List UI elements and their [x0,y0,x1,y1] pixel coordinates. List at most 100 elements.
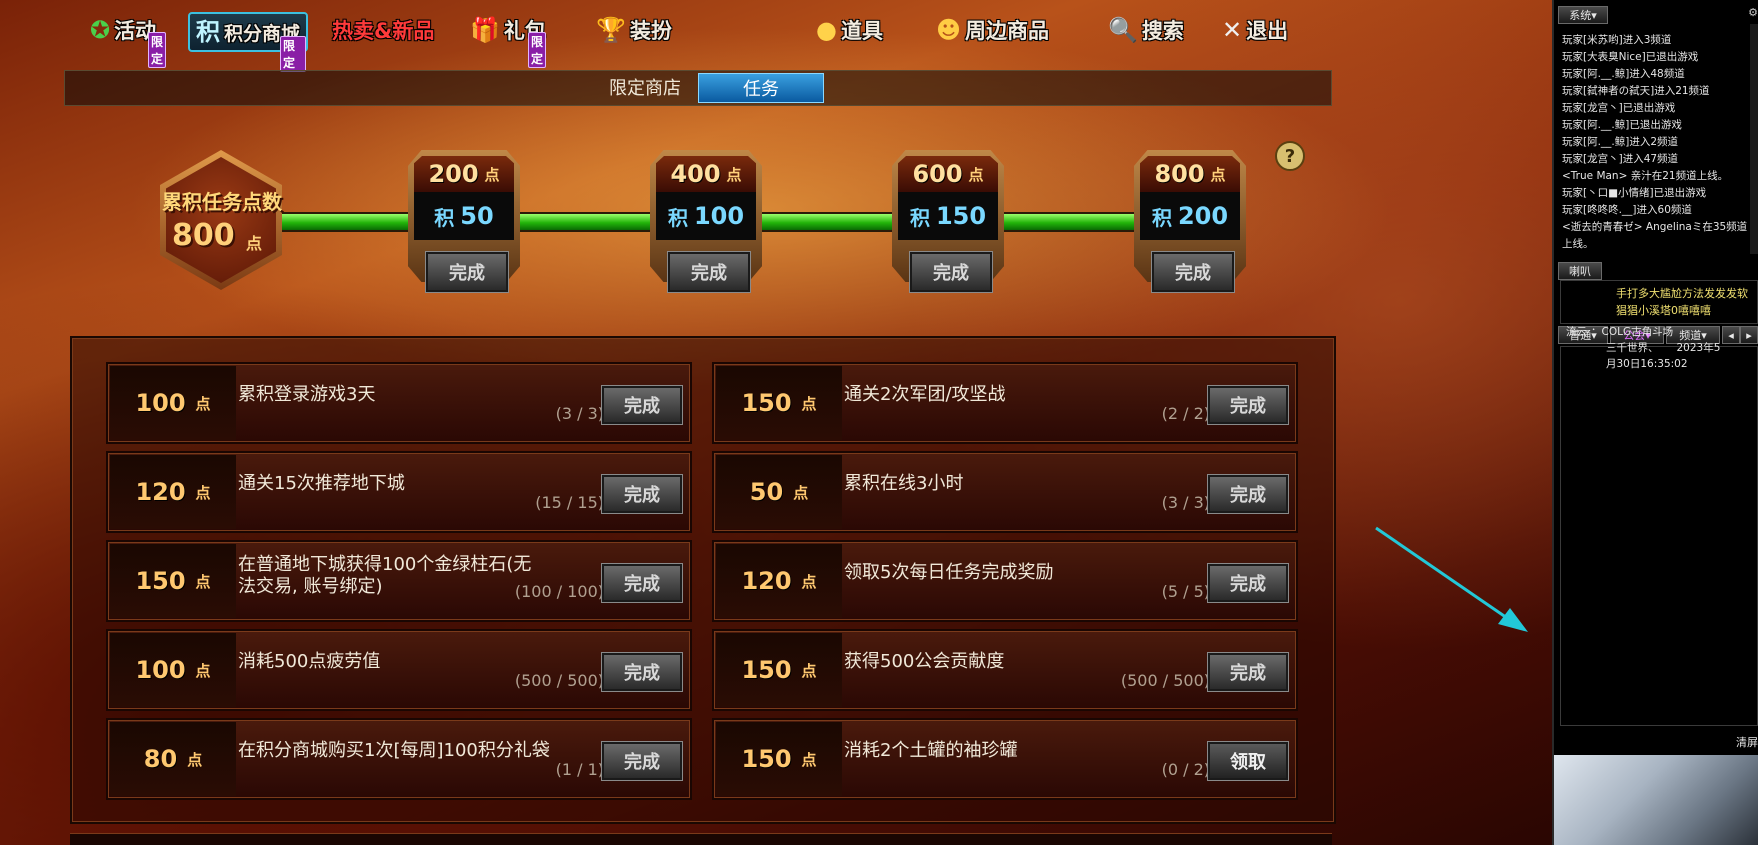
system-log: 玩家[米苏哟]进入3频道 玩家[大表臭Nice]已退出游戏 玩家[阿.__.鲸]… [1562,32,1752,254]
milestone-reward-prefix: 积 [434,205,455,230]
task-points-unit: 点 [195,661,211,680]
task-progress: (1 / 1) [555,760,604,779]
nav-activity[interactable]: ✪ 活动 限定 [90,8,167,68]
nav-merch-label: 周边商品 [965,19,1050,43]
milestone-points-box: 400 点 [656,156,756,192]
milestone-points: 800 [1154,160,1205,188]
milestone-complete-button[interactable]: 完成 [1151,251,1235,293]
task-card: 80 点 在积分商城购买1次[每周]100积分礼袋 (1 / 1) 完成 [106,718,692,800]
chat-text-line3: 月30日16:35:02 [1606,358,1688,370]
task-complete-button[interactable]: 完成 [1207,385,1289,425]
milestone-reward: 200 [1177,202,1229,230]
task-description: 在普通地下城获得100个金绿柱石(无法交易, 账号绑定) [238,554,532,597]
task-list-panel: 100 点 累积登录游戏3天 (3 / 3) 完成 150 点 通关2次军团/攻坚战… [70,336,1336,824]
total-points-label: 累积任务点数 [162,190,282,214]
chat-message: 流云 ：COLG古角斗场 三千世界、 2023年5 月30日16:35:02 [1566,324,1742,372]
milestone-points: 200 [428,160,479,188]
chat-text-line2b: 2023年5 [1676,342,1721,354]
milestone-points-unit: 点 [726,165,742,184]
tab-tasks[interactable]: 任务 [698,73,824,103]
milestone-reward-prefix: 积 [667,205,688,230]
task-points: 150 [135,567,186,595]
tab-limited-shop[interactable]: 限定商店 [585,73,705,101]
chevron-down-icon: ▾ [1591,8,1597,22]
coin-icon: ● [816,16,837,44]
chevron-right-icon[interactable]: ▸ [1740,326,1758,344]
nav-merch[interactable]: ☻ 周边商品 [936,8,1049,52]
task-points: 150 [741,389,792,417]
nav-items-label: 道具 [840,19,883,43]
task-points: 100 [135,389,186,417]
task-description: 通关15次推荐地下城 [238,473,405,494]
game-window: ✪ 活动 限定 积 积分商城 限定 热卖&新品 🎁 礼包 限定 🏆 装扮 ● 道… [0,0,1552,845]
task-points-unit: 点 [187,750,203,769]
task-claim-button[interactable]: 领取 [1207,741,1289,781]
task-points-box: 150 点 [110,544,236,618]
horn-message-box: 手打多大尴尬方法发发发软猖猖小溪塔0嘻嘻嘻 [1560,280,1758,324]
milestone-complete-button[interactable]: 完成 [909,251,993,293]
task-complete-button[interactable]: 完成 [601,474,683,514]
task-progress: (2 / 2) [1161,404,1210,423]
scrollbar[interactable] [1750,24,1758,254]
task-card: 50 点 累积在线3小时 (3 / 3) 完成 [712,451,1298,533]
help-icon[interactable]: ? [1275,141,1305,171]
milestone-points-unit: 点 [1210,165,1226,184]
milestone-200: 200 点 积 50 完成 [408,150,520,293]
milestone-complete-button[interactable]: 完成 [425,251,509,293]
task-complete-button[interactable]: 完成 [601,563,683,603]
task-complete-button[interactable]: 完成 [1207,563,1289,603]
tab-horn[interactable]: 喇叭 [1558,262,1602,280]
chat-text-line2: 三千世界、 [1606,342,1659,354]
log-line: 玩家[丶口■小情绪]已退出游戏 [1562,187,1707,199]
task-description: 通关2次军团/攻坚战 [844,384,1006,405]
task-progress: (0 / 2) [1161,760,1210,779]
task-description: 消耗500点疲劳值 [238,651,381,672]
nav-gift[interactable]: 🎁 礼包 限定 [470,8,547,68]
milestone-800: 800 点 积 200 完成 [1134,150,1246,293]
task-card: 150 点 通关2次军团/攻坚战 (2 / 2) 完成 [712,362,1298,444]
gift-icon: 🎁 [470,16,500,44]
task-complete-button[interactable]: 完成 [601,652,683,692]
chat-message-area [1560,346,1758,726]
clear-screen-button[interactable]: 清屏 [1736,734,1758,750]
task-points-unit: 点 [801,661,817,680]
log-line: 玩家[咚咚咚.__]进入60频道 [1562,204,1692,216]
nav-exit-label: 退出 [1246,19,1289,43]
top-menu: ✪ 活动 限定 积 积分商城 限定 热卖&新品 🎁 礼包 限定 🏆 装扮 ● 道… [90,8,1340,72]
task-complete-button[interactable]: 完成 [601,385,683,425]
nav-costume[interactable]: 🏆 装扮 [596,8,672,52]
tab-system[interactable]: 系统 ▾ [1558,6,1608,24]
nav-hot-new-label: 热卖&新品 [332,19,435,43]
nav-points-mall[interactable]: 积 积分商城 限定 [188,12,309,72]
log-line: 玩家[阿.__.鲸]进入2频道 [1562,136,1679,148]
mascot-icon: ☻ [936,16,962,44]
milestone-points: 600 [912,160,963,188]
limited-badge: 限定 [280,36,307,72]
milestone-reward: 150 [935,202,987,230]
nav-items[interactable]: ● 道具 [816,8,883,52]
gear-icon[interactable]: ⚙ [1748,6,1758,19]
task-description: 领取5次每日任务完成奖励 [844,562,1054,583]
task-complete-button[interactable]: 完成 [1207,474,1289,514]
task-complete-button[interactable]: 完成 [1207,652,1289,692]
milestone-points-unit: 点 [968,165,984,184]
nav-search[interactable]: 🔍 搜索 [1108,8,1184,52]
task-card: 120 点 领取5次每日任务完成奖励 (5 / 5) 完成 [712,540,1298,622]
task-card: 150 点 获得500公会贡献度 (500 / 500) 完成 [712,629,1298,711]
log-line: 玩家[阿.__.鲸]已退出游戏 [1562,119,1682,131]
task-complete-button[interactable]: 完成 [601,741,683,781]
task-points-unit: 点 [801,750,817,769]
nav-exit[interactable]: ✕ 退出 [1222,8,1288,52]
task-points-box: 120 点 [110,455,236,529]
task-card: 150 点 消耗2个土罐的袖珍罐 (0 / 2) 领取 [712,718,1298,800]
milestone-reward: 100 [693,202,745,230]
milestone-complete-button[interactable]: 完成 [667,251,751,293]
chat-sender[interactable]: 流云 [1566,326,1587,338]
panel-bottom-edge [70,833,1332,845]
nav-hot-new[interactable]: 热卖&新品 [332,8,434,52]
log-line: 玩家[米苏哟]进入3频道 [1562,34,1672,46]
task-card: 120 点 通关15次推荐地下城 (15 / 15) 完成 [106,451,692,533]
total-points-hexagon: 累积任务点数 800 点 [150,150,282,290]
milestone-points-box: 600 点 [898,156,998,192]
task-points-box: 150 点 [716,722,842,796]
